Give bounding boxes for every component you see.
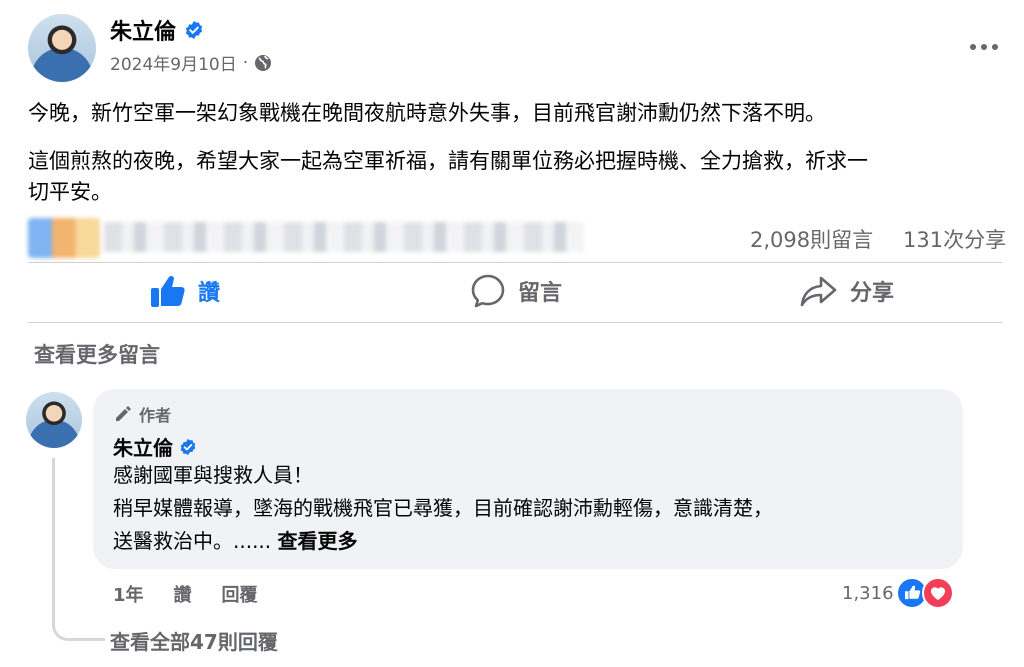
blurred-reactor-names (104, 222, 584, 252)
comment-time[interactable]: 1年 (113, 581, 144, 607)
view-all-replies-link[interactable]: 查看全部47則回覆 (110, 626, 278, 655)
view-more-comments-link[interactable]: 查看更多留言 (34, 339, 160, 369)
post-date[interactable]: 2024年9月10日 (110, 50, 237, 75)
comment-author-row: 朱立倫 (113, 432, 197, 461)
comment-button[interactable]: 留言 (470, 272, 562, 310)
pencil-icon (116, 406, 131, 421)
comment-actions: 1年 讚 回覆 (113, 581, 258, 607)
comment-line-2: 稍早媒體報導，墜海的戰機飛官已尋獲，目前確認謝沛勳輕傷，意識清楚， (113, 496, 773, 520)
comment-line-1: 感謝國軍與搜救人員！ (113, 463, 313, 487)
post-paragraph-1: 今晚，新竹空軍一架幻象戰機在晚間夜航時意外失事，目前飛官謝沛勳仍然下落不明。 (28, 101, 826, 125)
divider (28, 262, 1002, 263)
comment-author-avatar[interactable] (26, 392, 82, 448)
globe-icon (255, 54, 272, 71)
post-author-name[interactable]: 朱立倫 (110, 14, 176, 46)
more-options-icon[interactable] (970, 40, 1002, 54)
post-meta: 2024年9月10日 · (110, 50, 272, 75)
comment-line-3: 送醫救治中。...... 查看更多 (113, 525, 358, 557)
comment-icon (471, 274, 505, 308)
comment-label: 留言 (518, 281, 563, 306)
verified-badge-icon (180, 438, 196, 455)
post-author-avatar[interactable] (28, 14, 96, 82)
comment-reaction-count: 1,316 (842, 582, 894, 604)
comment-line-3-text: 送醫救治中。...... (113, 529, 272, 553)
author-badge: 作者 (113, 402, 171, 426)
comment-author-name[interactable]: 朱立倫 (113, 432, 173, 461)
comment-like-button[interactable]: 讚 (174, 581, 192, 607)
like-label: 讚 (198, 281, 221, 306)
verified-badge-icon (185, 21, 203, 39)
share-button[interactable]: 分享 (800, 272, 894, 310)
divider (28, 322, 1002, 323)
shares-count[interactable]: 131次分享 (903, 224, 1006, 254)
post-paragraph-2-line-2: 切平安。 (28, 180, 112, 204)
love-reaction-icon (921, 577, 954, 609)
post-author-row: 朱立倫 (110, 14, 204, 46)
author-badge-label: 作者 (139, 406, 172, 425)
meta-separator: · (242, 52, 249, 73)
like-button[interactable]: 讚 (150, 272, 220, 310)
share-icon (800, 276, 837, 307)
post-paragraph-2-line-1: 這個煎熬的夜晚，希望大家一起為空軍祈福，請有關單位務必把握時機、全力搶救，祈求一 (28, 149, 868, 173)
blurred-reaction-icons[interactable] (28, 218, 100, 258)
comment-reply-button[interactable]: 回覆 (222, 581, 258, 607)
comments-count[interactable]: 2,098則留言 (750, 224, 873, 254)
share-label: 分享 (850, 281, 895, 306)
comment-reactions[interactable]: 1,316 (842, 577, 954, 609)
see-more-link[interactable]: 查看更多 (278, 529, 358, 553)
like-icon (151, 275, 185, 307)
